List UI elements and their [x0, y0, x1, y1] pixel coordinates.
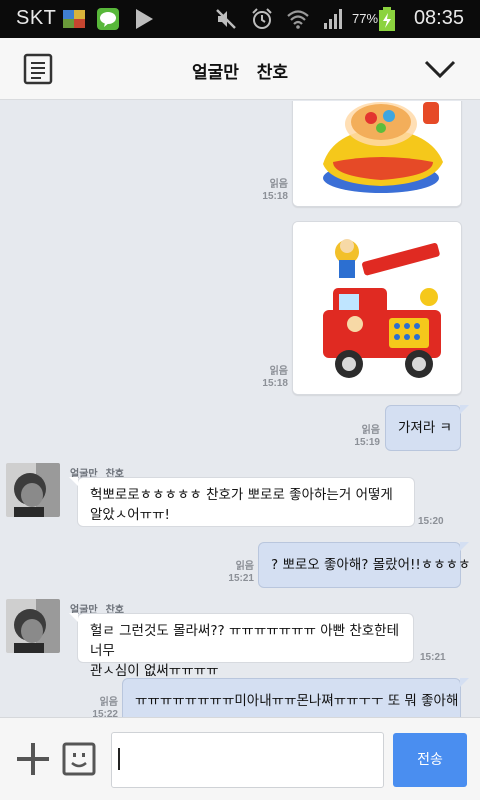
- read-receipt: 읽음 15:22: [92, 697, 118, 717]
- alarm-icon: [252, 8, 272, 29]
- message-input[interactable]: [111, 732, 384, 788]
- toy-ufo-photo: [293, 101, 461, 206]
- outgoing-message[interactable]: 가져라 ㅋ: [385, 405, 469, 451]
- send-button[interactable]: 전송: [393, 733, 467, 787]
- outgoing-message[interactable]: ? 뽀로오 좋아해? 몰랐어!!ㅎㅎㅎㅎ: [258, 542, 471, 588]
- avatar[interactable]: [6, 599, 60, 653]
- play-store-icon: [136, 9, 153, 29]
- emoticon-icon[interactable]: [62, 742, 96, 776]
- carrier-label: SKT: [16, 7, 57, 29]
- mute-icon: [216, 9, 236, 29]
- signal-icon: [324, 9, 342, 29]
- image-message-toy-fire-truck[interactable]: [292, 221, 462, 395]
- avatar[interactable]: [6, 463, 60, 517]
- read-receipt: 읽음 15:18: [262, 179, 288, 202]
- chat-header: 얼굴만 찬호: [0, 38, 480, 100]
- battery-percent: 77%: [352, 11, 379, 26]
- message-time: 15:21: [420, 652, 446, 663]
- message-time: 15:20: [418, 516, 444, 527]
- wifi-icon: [287, 10, 309, 29]
- text-caret: [118, 748, 120, 770]
- incoming-message[interactable]: 헐ㄹ 그런것도 몰라써?? ㅠㅠㅠㅠㅠㅠㅠ 아빤 찬호한테 너무 관ㅅ심이 없써…: [69, 613, 414, 679]
- chevron-down-icon[interactable]: [424, 57, 456, 81]
- battery-charging-icon: [379, 7, 395, 31]
- chat-message-list[interactable]: 읽음 15:18 읽음 15:18 읽음 15:19 가져라 ㅋ 얼굴만 찬호 …: [0, 101, 480, 717]
- toy-fire-truck-photo: [293, 222, 461, 394]
- read-receipt: 읽음 15:19: [354, 425, 380, 448]
- chat-title: 얼굴만 찬호: [192, 63, 288, 83]
- plus-icon[interactable]: [16, 742, 50, 776]
- outgoing-message[interactable]: ㅠㅠㅠㅠㅠㅠㅠㅠ미아내ㅠㅠ몬나쪄ㅠㅠㅜㅜ 또 뭐 좋아해: [122, 678, 469, 717]
- incoming-message[interactable]: 헉뽀로로ㅎㅎㅎㅎㅎ 찬호가 뽀로로 좋아하는거 어떻게 알았ㅅ어ㅠㅠ!: [69, 477, 415, 527]
- read-receipt: 읽음 15:21: [228, 561, 254, 584]
- gallery-icon: [63, 10, 85, 28]
- read-receipt: 읽음 15:18: [262, 366, 288, 389]
- status-bar: SKT 77% 08:35: [0, 0, 480, 38]
- image-message-toy-ufo[interactable]: [292, 101, 462, 207]
- message-input-bar: 전송: [0, 717, 480, 800]
- clock: 08:35: [413, 7, 464, 29]
- line-app-icon: [97, 8, 119, 30]
